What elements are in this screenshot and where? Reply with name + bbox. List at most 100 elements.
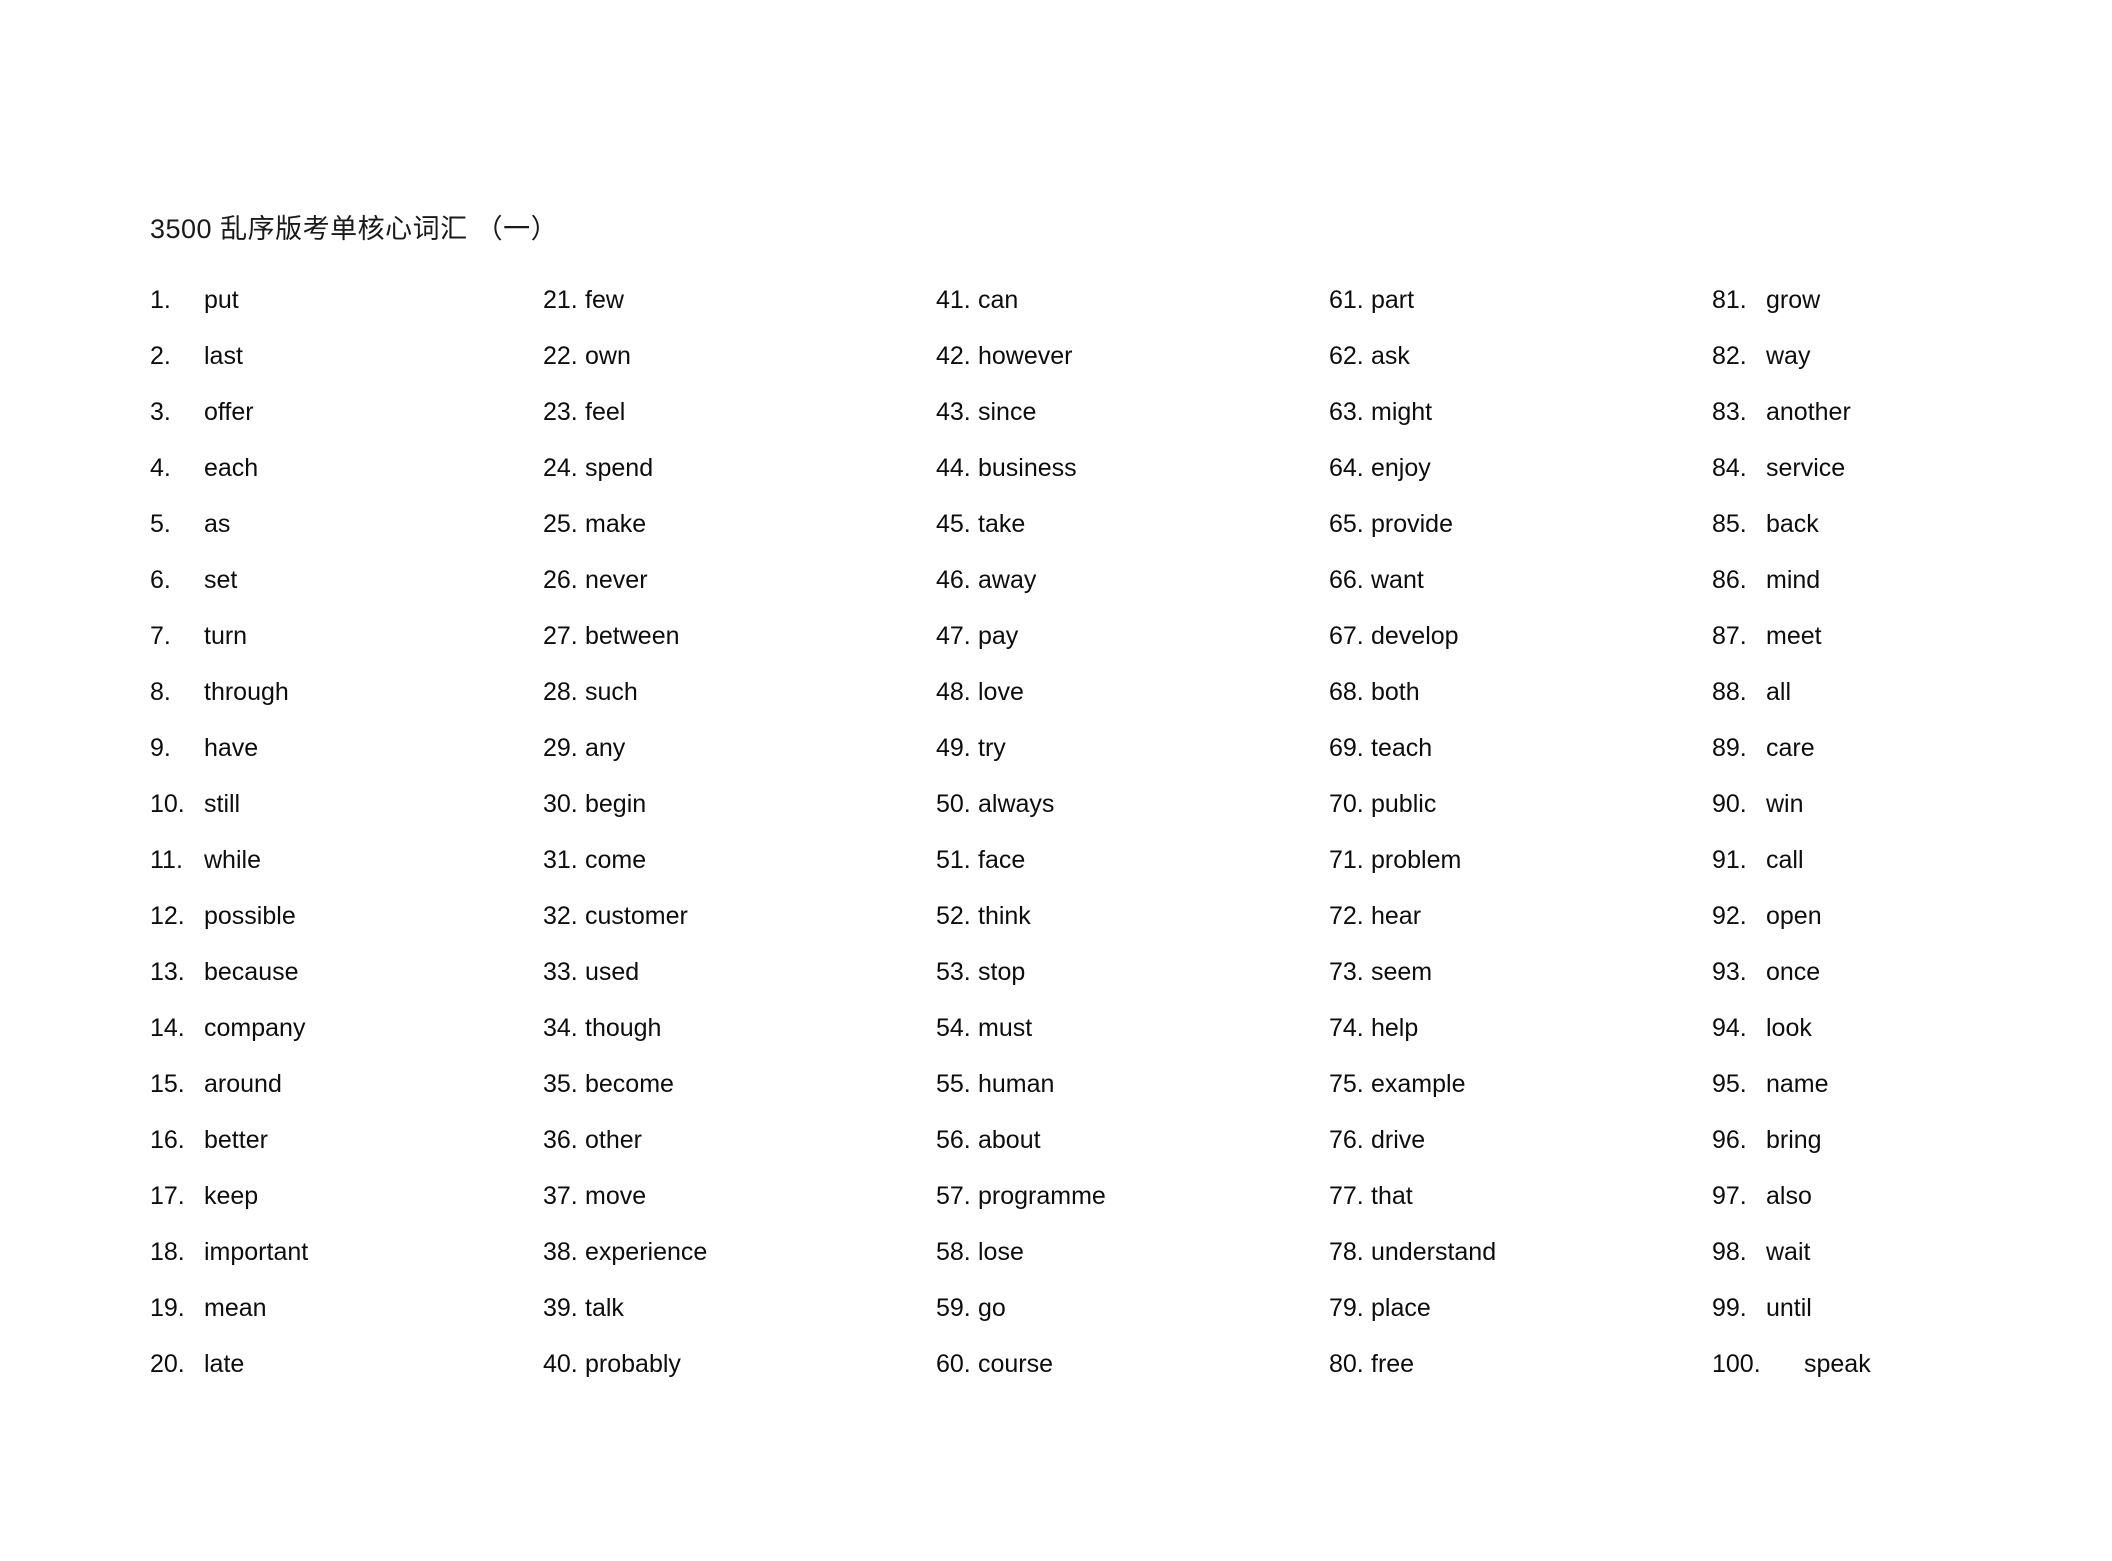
word-list-item: 83. another xyxy=(1712,384,2030,440)
word-column-3: 41. can 42. however 43. since 44. business 45. ta… xyxy=(936,272,1329,1392)
word-list-item: 39. talk xyxy=(543,1280,936,1336)
word-list-item: 88. all xyxy=(1712,664,2030,720)
word-item-text: human xyxy=(978,1070,1055,1098)
word-item-text: mean xyxy=(204,1294,267,1322)
word-list-item: 63. might xyxy=(1329,384,1712,440)
word-item-text: because xyxy=(204,958,299,986)
word-list-item: 20. late xyxy=(150,1336,543,1392)
word-item-text: late xyxy=(204,1350,245,1378)
document-page: 3500 乱序版考单核心词汇 （一） 1. put 2. last 3. offer 4. e… xyxy=(0,0,2112,1561)
word-list-item: 13. because xyxy=(150,944,543,1000)
word-item-number: 49. xyxy=(936,734,971,762)
word-list-item: 74. help xyxy=(1329,1000,1712,1056)
word-list-item: 31. come xyxy=(543,832,936,888)
word-item-text: possible xyxy=(204,902,296,930)
word-item-text: think xyxy=(978,902,1031,930)
word-item-number: 22. xyxy=(543,342,578,370)
word-item-number: 26. xyxy=(543,566,578,594)
word-item-text: way xyxy=(1766,342,1811,370)
word-item-text: any xyxy=(585,734,626,762)
word-list-item: 89. care xyxy=(1712,720,2030,776)
word-list-item: 51. face xyxy=(936,832,1329,888)
word-item-text: another xyxy=(1766,398,1851,426)
word-item-text: important xyxy=(204,1238,309,1266)
word-list-item: 67. develop xyxy=(1329,608,1712,664)
word-item-number: 84. xyxy=(1712,454,1747,482)
word-item-text: mind xyxy=(1766,566,1821,594)
word-item-text: customer xyxy=(585,902,688,930)
word-item-number: 53. xyxy=(936,958,971,986)
word-item-text: other xyxy=(585,1126,642,1154)
word-item-text: love xyxy=(978,678,1024,706)
word-item-text: until xyxy=(1766,1294,1812,1322)
word-list-item: 53. stop xyxy=(936,944,1329,1000)
word-list-item: 49. try xyxy=(936,720,1329,776)
word-list-item: 5. as xyxy=(150,496,543,552)
word-item-number: 54. xyxy=(936,1014,971,1042)
word-list-item: 40. probably xyxy=(543,1336,936,1392)
word-list-item: 9. have xyxy=(150,720,543,776)
word-list-item: 84. service xyxy=(1712,440,2030,496)
word-item-text: speak xyxy=(1804,1350,1871,1378)
word-item-number: 90. xyxy=(1712,790,1747,818)
word-item-number: 14. xyxy=(150,1014,185,1042)
word-item-text: feel xyxy=(585,398,626,426)
word-item-number: 99. xyxy=(1712,1294,1747,1322)
word-item-text: enjoy xyxy=(1371,454,1431,482)
word-item-number: 44. xyxy=(936,454,971,482)
word-item-text: turn xyxy=(204,622,248,650)
word-list-item: 54. must xyxy=(936,1000,1329,1056)
word-item-number: 88. xyxy=(1712,678,1747,706)
word-item-text: begin xyxy=(585,790,647,818)
word-item-text: part xyxy=(1371,286,1415,314)
word-item-number: 63. xyxy=(1329,398,1364,426)
word-item-text: face xyxy=(978,846,1026,874)
word-item-text: since xyxy=(978,398,1037,426)
word-item-number: 80. xyxy=(1329,1350,1364,1378)
word-item-number: 1. xyxy=(150,286,171,314)
word-list-item: 62. ask xyxy=(1329,328,1712,384)
word-item-number: 48. xyxy=(936,678,971,706)
word-item-number: 3. xyxy=(150,398,171,426)
word-list-item: 38. experience xyxy=(543,1224,936,1280)
word-item-number: 9. xyxy=(150,734,171,762)
word-list-item: 72. hear xyxy=(1329,888,1712,944)
word-list-item: 35. become xyxy=(543,1056,936,1112)
word-item-number: 59. xyxy=(936,1294,971,1322)
word-item-number: 15. xyxy=(150,1070,185,1098)
word-list-item: 14. company xyxy=(150,1000,543,1056)
word-list-item: 34. though xyxy=(543,1000,936,1056)
word-item-number: 50. xyxy=(936,790,971,818)
word-item-text: example xyxy=(1371,1070,1466,1098)
word-item-number: 36. xyxy=(543,1126,578,1154)
word-list-item: 21. few xyxy=(543,272,936,328)
word-column-4: 61. part 62. ask 63. might 64. enjoy 65. provide 6… xyxy=(1329,272,1712,1392)
word-item-number: 35. xyxy=(543,1070,578,1098)
word-list-item: 23. feel xyxy=(543,384,936,440)
word-list-item: 58. lose xyxy=(936,1224,1329,1280)
word-item-number: 42. xyxy=(936,342,971,370)
word-list-item: 28. such xyxy=(543,664,936,720)
word-item-text: care xyxy=(1766,734,1815,762)
word-list-item: 87. meet xyxy=(1712,608,2030,664)
word-item-text: problem xyxy=(1371,846,1462,874)
word-list-item: 76. drive xyxy=(1329,1112,1712,1168)
word-item-number: 98. xyxy=(1712,1238,1747,1266)
word-list-item: 85. back xyxy=(1712,496,2030,552)
word-list-item: 27. between xyxy=(543,608,936,664)
word-list-item: 25. make xyxy=(543,496,936,552)
word-item-text: also xyxy=(1766,1182,1812,1210)
word-list-item: 69. teach xyxy=(1329,720,1712,776)
word-item-text: name xyxy=(1766,1070,1829,1098)
word-list-item: 46. away xyxy=(936,552,1329,608)
word-column-2: 21. few 22. own 23. feel 24. spend 25. make 26. nev… xyxy=(543,272,936,1392)
word-item-text: wait xyxy=(1766,1238,1811,1266)
word-item-number: 93. xyxy=(1712,958,1747,986)
word-list-item: 11. while xyxy=(150,832,543,888)
word-item-number: 25. xyxy=(543,510,578,538)
word-item-text: might xyxy=(1371,398,1433,426)
word-item-number: 71. xyxy=(1329,846,1364,874)
word-list-item: 2. last xyxy=(150,328,543,384)
word-item-text: company xyxy=(204,1014,306,1042)
word-item-text: business xyxy=(978,454,1077,482)
